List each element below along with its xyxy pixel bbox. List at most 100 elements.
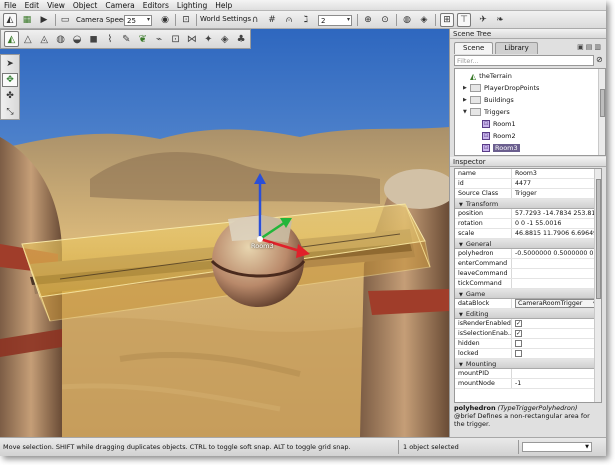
checkbox[interactable]	[515, 340, 522, 347]
tree-node-room1[interactable]: ⊡ Room1	[475, 118, 516, 130]
tree-node-playerdroppoints[interactable]: ▶ PlayerDropPoints	[463, 82, 539, 94]
menu-view[interactable]: View	[47, 1, 65, 10]
object-center-button[interactable]: ⊕	[361, 13, 375, 27]
menu-lighting[interactable]: Lighting	[177, 1, 207, 10]
menu-file[interactable]: File	[4, 1, 17, 10]
section-mounting[interactable]: ▼ Mounting	[455, 359, 601, 369]
decal-tool-button[interactable]: ◈	[217, 31, 232, 47]
prop-value-polyhedron[interactable]: -0.5000000 0.5000000 0.0(	[512, 249, 601, 258]
section-transform[interactable]: ▼ Transform	[455, 199, 601, 209]
delete-icon[interactable]: ▥	[594, 43, 603, 51]
tree-node-triggers[interactable]: ▼ Triggers	[463, 106, 510, 118]
tree-filter-input[interactable]: Filter...	[454, 55, 594, 66]
play-button[interactable]: ▶	[37, 13, 51, 27]
section-game[interactable]: ▼ Game	[455, 289, 601, 299]
paint-tool-button[interactable]: ✎	[119, 31, 134, 47]
prop-value-leavecommand[interactable]	[512, 269, 601, 278]
terrain-tool-button[interactable]: ◭	[4, 31, 19, 47]
fit-selection-button[interactable]: ⊞	[440, 13, 454, 27]
prop-value-isrenderenabled[interactable]: ✓	[512, 319, 601, 328]
datablock-select[interactable]: CameraRoomTrigger▼	[515, 299, 599, 308]
expand-arrow-icon[interactable]: ▶	[463, 97, 470, 103]
prop-value-tickcommand[interactable]	[512, 279, 601, 288]
menu-object[interactable]: Object	[73, 1, 97, 10]
prop-value-mountpid[interactable]	[512, 369, 601, 378]
light-tool-button[interactable]: ✦	[201, 31, 216, 47]
cube-tool-button[interactable]: ◼	[86, 31, 101, 47]
world-transform-button[interactable]: ◍	[400, 13, 414, 27]
prop-value-entercommand[interactable]	[512, 259, 601, 268]
path-tool-button[interactable]: ⌁	[152, 31, 167, 47]
bounds-center-button[interactable]: ⊙	[378, 13, 392, 27]
tree-node-room2[interactable]: ⊡ Room2	[475, 130, 516, 142]
physics-button[interactable]: ✈	[476, 13, 490, 27]
rotate-tool-button[interactable]: ✤	[2, 89, 18, 103]
world-settings-label[interactable]: World Settings	[200, 15, 251, 23]
shape-tool-button[interactable]: ◒	[70, 31, 85, 47]
menu-edit[interactable]: Edit	[25, 1, 40, 10]
scene-tree-tabs: Scene Library	[454, 42, 540, 54]
snap-terrain-button[interactable]: #	[265, 13, 279, 27]
checkbox[interactable]: ✓	[515, 320, 522, 327]
lock-icon[interactable]: ▣	[577, 43, 586, 51]
forest-tool-button[interactable]: ♣	[234, 31, 249, 47]
menu-help[interactable]: Help	[215, 1, 232, 10]
tab-scene[interactable]: Scene	[454, 42, 494, 54]
object-transform-button[interactable]: ◈	[417, 13, 431, 27]
move-tool-button[interactable]: ✥	[2, 73, 18, 87]
brush-tool-button[interactable]: ⌇	[102, 31, 117, 47]
terrain-editor-button[interactable]: ▦	[20, 13, 34, 27]
menu-camera[interactable]: Camera	[105, 1, 134, 10]
grid-icon: ▦	[22, 14, 32, 25]
tree-node-buildings[interactable]: ▶ Buildings	[463, 94, 514, 106]
3d-viewport[interactable]: Room3	[0, 29, 449, 437]
scrollbar-thumb[interactable]	[596, 179, 601, 299]
tree-scrollbar[interactable]	[598, 69, 605, 155]
bird-button[interactable]: ❧	[493, 13, 507, 27]
scene-tree-list[interactable]: ◭ theTerrain ▶ PlayerDropPoints ▶ Buildings ▼ T…	[454, 68, 606, 156]
triangle-tool-button[interactable]: △	[20, 31, 35, 47]
path-icon: ⌁	[156, 33, 163, 45]
prop-value-mountnode[interactable]: -1	[512, 379, 601, 388]
camera-speed-select[interactable]: 25 ▾	[124, 15, 152, 26]
prop-value-locked[interactable]	[512, 349, 601, 358]
menu-editors[interactable]: Editors	[143, 1, 169, 10]
frame-tool-button[interactable]: ⊡	[168, 31, 183, 47]
camera-view-button[interactable]: ⊡	[179, 13, 193, 27]
checkbox[interactable]	[515, 350, 522, 357]
clear-filter-icon[interactable]: ⊘	[596, 55, 605, 66]
drop-at-button[interactable]: ⊤	[457, 13, 471, 27]
sphere-tool-button[interactable]: ◍	[53, 31, 68, 47]
select-tool-button[interactable]: ➤	[2, 57, 18, 71]
collapse-arrow-icon[interactable]: ▼	[463, 109, 470, 115]
inspector-scrollbar[interactable]	[594, 169, 601, 402]
prop-value-hidden[interactable]	[512, 339, 601, 348]
snap-bounds-button[interactable]: ⩀	[282, 13, 296, 27]
section-editing[interactable]: ▼ Editing	[455, 309, 601, 319]
paint-icon: ✎	[122, 33, 131, 45]
prop-value-rotation[interactable]: 0 0 -1 55.0016	[512, 219, 601, 228]
prop-value-isselectionenab...[interactable]: ✓	[512, 329, 601, 338]
snap-size-input[interactable]: 2 ▾	[318, 15, 352, 26]
camera-icon-button[interactable]: ▭	[58, 13, 72, 27]
section-general[interactable]: ▼ General	[455, 239, 601, 249]
checkbox[interactable]: ✓	[515, 330, 522, 337]
tab-library[interactable]: Library	[495, 42, 538, 54]
visibility-button[interactable]: ◉	[158, 13, 172, 27]
status-select[interactable]: ▼	[522, 442, 592, 452]
snap-normal-button[interactable]: ℷ	[299, 13, 313, 27]
mesh-tool-button[interactable]: ⋈	[184, 31, 199, 47]
prop-value-scale[interactable]: 46.8815 11.7906 6.69649	[512, 229, 601, 238]
scale-tool-button[interactable]: ⤡	[2, 105, 18, 119]
tree-node-room3[interactable]: ⊡ Room3	[475, 142, 520, 154]
snap-grid-button[interactable]: ∩	[248, 13, 262, 27]
scrollbar-thumb[interactable]	[600, 89, 605, 117]
expand-arrow-icon[interactable]: ▶	[463, 85, 470, 91]
water-tool-button[interactable]: ◬	[37, 31, 52, 47]
prop-row-hidden: hidden	[455, 339, 601, 349]
prop-value-name[interactable]: Room3	[512, 169, 601, 178]
tree-node-theterrain[interactable]: ◭ theTerrain	[463, 70, 512, 82]
prop-value-position[interactable]: 57.7293 -14.7834 253.814	[512, 209, 601, 218]
leaf-tool-button[interactable]: ❦	[135, 31, 150, 47]
world-editor-button[interactable]: ◭	[3, 13, 17, 27]
